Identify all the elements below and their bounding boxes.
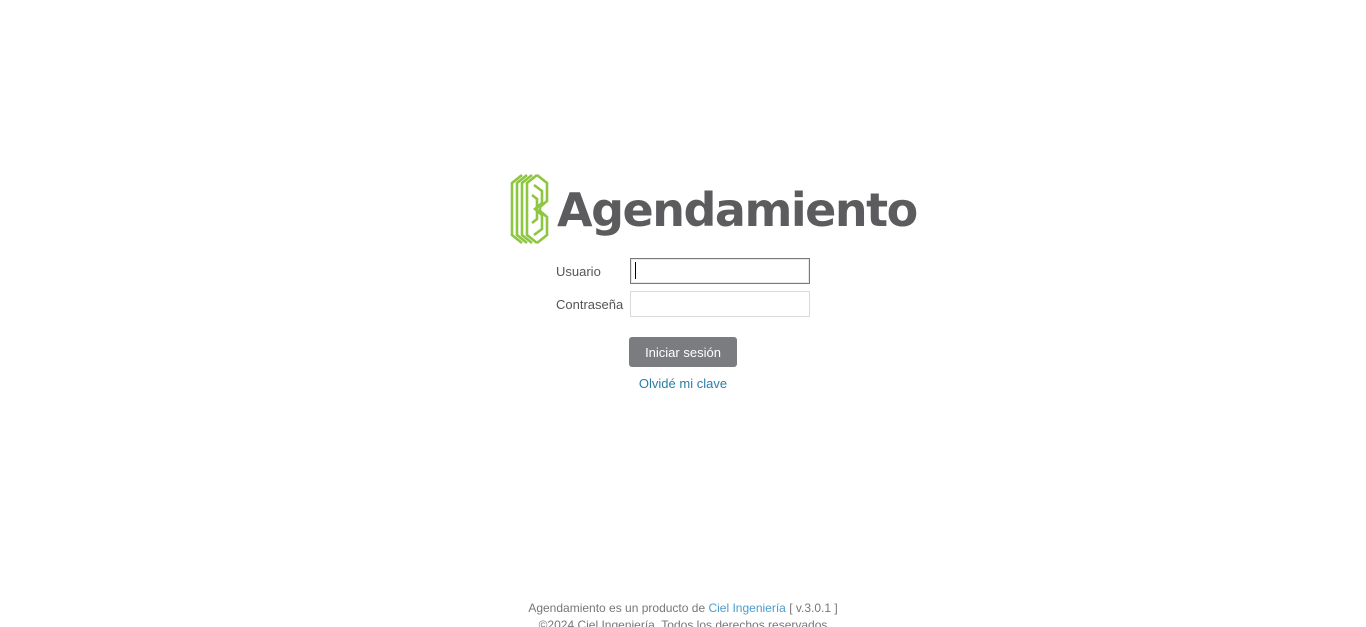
- password-row: Contraseña: [556, 291, 810, 317]
- footer-copyright: ©2024 Ciel Ingeniería. Todos los derecho…: [538, 618, 828, 627]
- footer-product-text: Agendamiento es un producto de: [528, 601, 706, 615]
- password-label: Contraseña: [556, 296, 624, 312]
- text-cursor: [635, 262, 636, 279]
- login-form: Usuario Contraseña: [556, 258, 810, 324]
- forgot-password-container: Olvidé mi clave: [0, 376, 1366, 391]
- footer-company-link[interactable]: Ciel Ingeniería: [708, 601, 785, 615]
- login-button[interactable]: Iniciar sesión: [629, 337, 737, 367]
- password-input[interactable]: [630, 291, 810, 317]
- forgot-password-link[interactable]: Olvidé mi clave: [639, 376, 727, 391]
- footer: Agendamiento es un producto de Ciel Inge…: [0, 600, 1366, 627]
- login-page: Agendamiento Usuario Contraseña Iniciar …: [0, 0, 1366, 627]
- brand-name: Agendamiento: [557, 183, 918, 237]
- username-label: Usuario: [556, 263, 601, 279]
- agendamiento-logo-icon: [510, 173, 549, 245]
- username-row: Usuario: [556, 258, 810, 284]
- footer-version: [ v.3.0.1 ]: [789, 601, 838, 615]
- username-input[interactable]: [630, 258, 810, 284]
- footer-product-line: Agendamiento es un producto de Ciel Inge…: [0, 600, 1366, 617]
- brand-logo: Agendamiento: [510, 172, 918, 246]
